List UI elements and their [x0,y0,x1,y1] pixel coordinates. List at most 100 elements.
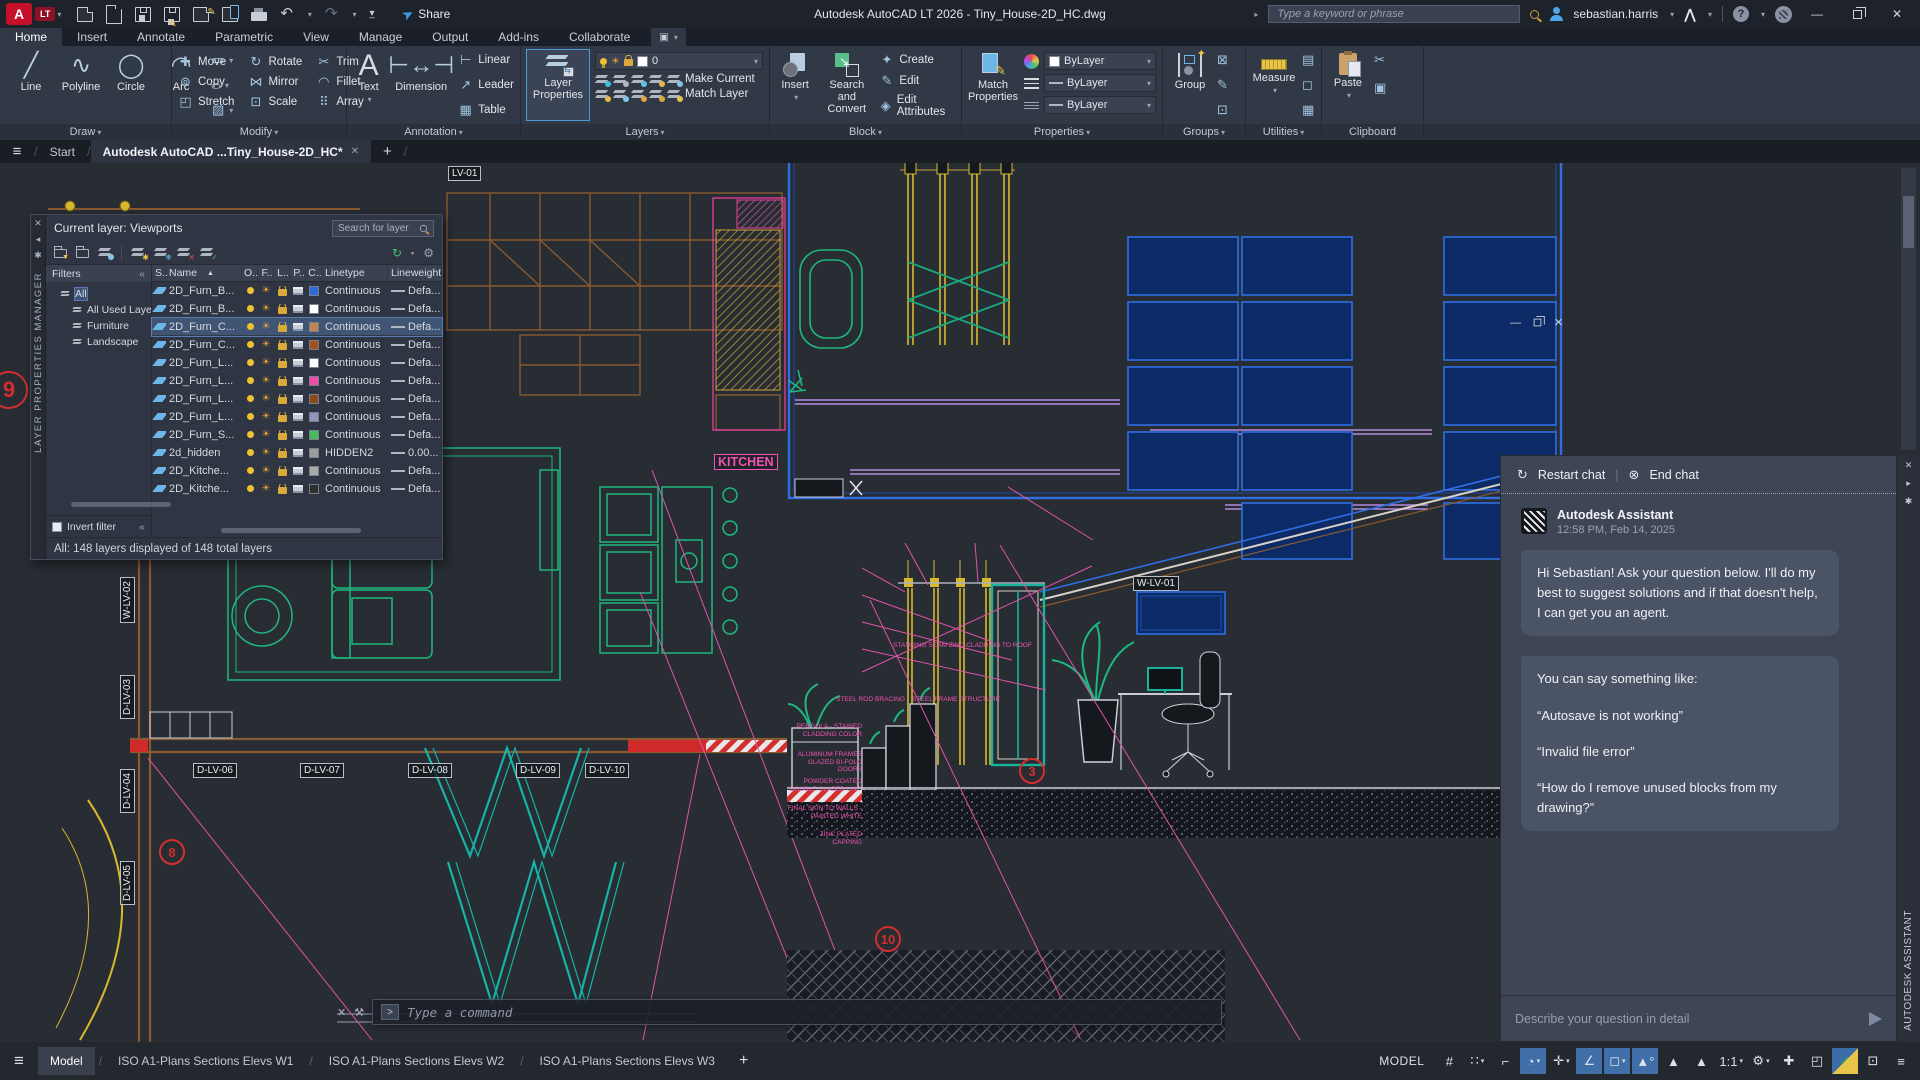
status-icon[interactable]: ✚▾ [1776,1048,1802,1074]
new-group-filter-icon[interactable] [76,249,89,258]
group-tool-button[interactable]: ⊠ [1217,52,1228,68]
share-view-icon[interactable] [222,7,238,22]
layer-lineweight[interactable]: Defa... [388,321,442,333]
palette-autohide-icon[interactable]: ◂ [36,234,41,245]
undo-caret-icon[interactable]: ▾ [308,10,312,19]
file-tab-start[interactable]: Start [38,140,87,163]
status-icon[interactable]: ≡▾ [1888,1048,1914,1074]
layer-plot-icon[interactable] [293,449,303,457]
layer-lock-icon[interactable] [278,361,287,368]
match-layer-button[interactable]: Match Layer [595,88,763,100]
status-icon[interactable]: ▲▾ [1660,1048,1686,1074]
layer-color-swatch[interactable] [309,484,319,494]
linetype-dropdown[interactable]: ByLayer▾ [1044,96,1156,114]
palette-close-icon[interactable]: ✕ [34,218,42,229]
ribbon-tab[interactable]: Output [417,28,483,46]
draw-tool-button[interactable]: ╱ Line ▾ [6,50,56,120]
autodesk-caret-icon[interactable]: ▾ [1708,10,1712,19]
modify-tool-button[interactable]: ◰ Stretch ▾ [178,94,234,110]
layer-on-icon[interactable] [247,377,254,384]
save-icon[interactable] [135,7,151,22]
layer-plot-icon[interactable] [293,341,303,349]
drawing-close-icon[interactable]: ✕ [1554,316,1563,329]
layer-freeze-icon[interactable]: ☀ [262,375,271,386]
status-icon[interactable]: ◔▾ [1520,1048,1546,1074]
layer-linetype[interactable]: Continuous [322,375,388,387]
grid-scrollbar[interactable] [221,528,361,533]
share-button[interactable]: ➤Share [402,6,451,23]
block-tool-button[interactable]: ✦ Create ▾ [879,52,955,68]
app-menu-caret-icon[interactable]: ▾ [57,10,61,19]
draw-tool-button[interactable]: ◯ Circle ▾ [106,50,156,120]
ribbon-tab[interactable]: Collaborate [554,28,645,46]
layer-freeze-icon[interactable]: ☀ [262,447,271,458]
group-button[interactable]: ✦ Group [1169,50,1211,120]
block-panel-label[interactable]: Block▾ [770,124,962,140]
status-icon[interactable]: ⊡▾ [1860,1048,1886,1074]
ribbon-tab[interactable]: View [288,28,344,46]
clipboard-panel-label[interactable]: Clipboard [1322,124,1424,140]
invert-filter-checkbox[interactable] [52,522,62,532]
print-icon[interactable] [251,12,267,21]
layer-lock-icon[interactable] [278,307,287,314]
layer-freeze-icon[interactable]: ☀ [262,483,271,494]
filter-tree-item[interactable]: Furniture [46,318,151,334]
dimension-button[interactable]: ⊢↔⊣ Dimension [390,50,452,120]
open-file-icon[interactable] [106,9,122,24]
layer-linetype[interactable]: Continuous [322,303,388,315]
close-button[interactable]: ✕ [1882,1,1912,27]
save-as-icon[interactable] [164,7,180,22]
layer-on-icon[interactable] [247,395,254,402]
file-tab-document[interactable]: Autodesk AutoCAD ...Tiny_House-2D_HC*✕ [91,140,371,163]
text-button[interactable]: A Text▾ [353,50,384,120]
annotation-tool-button[interactable]: ▦ Table ▾ [458,102,514,118]
layer-color-swatch[interactable] [309,340,319,350]
help-icon[interactable]: ? [1733,6,1749,22]
layer-lineweight[interactable]: Defa... [388,465,442,477]
assistant-close-icon[interactable]: ✕ [1905,460,1913,471]
layer-freeze-icon[interactable]: ☀ [262,303,271,314]
utility-tool-button[interactable]: ▦ [1302,102,1314,118]
assistant-autohide-icon[interactable]: ▸ [1906,478,1911,489]
collapse-invert-icon[interactable]: « [139,521,145,533]
color-wheel-icon[interactable] [1024,54,1039,69]
new-drawing-tab-button[interactable]: + [371,140,404,163]
status-icon[interactable]: ✓▾ [1832,1048,1858,1074]
layer-color-swatch[interactable] [309,430,319,440]
user-avatar[interactable] [1549,7,1563,21]
layer-freeze-icon[interactable]: ☀ [262,411,271,422]
layer-on-icon[interactable] [247,431,254,438]
lineweight-icon[interactable] [1024,78,1039,89]
make-current-button[interactable]: Make Current [595,73,763,85]
ribbon-tab[interactable]: Manage [344,28,417,46]
layer-lineweight[interactable]: Defa... [388,303,442,315]
layer-row[interactable]: 2D_Furn_C... ☀ Continuous Defa... [152,318,442,336]
new-layout-button[interactable]: + [727,1052,760,1070]
command-customize-icon[interactable]: ⚒ [354,1006,364,1019]
status-icon[interactable]: ▲▾ [1688,1048,1714,1074]
block-tool-button[interactable]: ✎ Edit ▾ [879,73,955,89]
layer-row[interactable]: 2D_Furn_S... ☀ Continuous Defa... [152,426,442,444]
layer-lock-icon[interactable] [278,487,287,494]
layer-search-input[interactable]: Search for layer [332,220,434,237]
layer-lock-icon[interactable] [278,415,287,422]
layer-plot-icon[interactable] [293,467,303,475]
layer-linetype[interactable]: Continuous [322,339,388,351]
autocad-logo-icon[interactable]: A [6,3,32,25]
utility-tool-button[interactable]: ◻ [1302,77,1314,93]
layer-plot-icon[interactable] [293,431,303,439]
search-input[interactable]: Type a keyword or phrase [1268,5,1520,23]
layer-color-swatch[interactable] [309,394,319,404]
layer-row[interactable]: 2D_Furn_B... ☀ Continuous Defa... [152,300,442,318]
groups-panel-label[interactable]: Groups▾ [1163,124,1246,140]
layer-row[interactable]: 2D_Kitche... ☀ Continuous Defa... [152,462,442,480]
measure-button[interactable]: Measure▾ [1252,50,1296,120]
modify-panel-label[interactable]: Modify▾ [172,124,347,140]
layer-lock-icon[interactable] [278,433,287,440]
layer-lineweight[interactable]: Defa... [388,339,442,351]
object-color-dropdown[interactable]: ByLayer▾ [1044,52,1156,70]
drawing-restore-icon[interactable] [1534,319,1542,327]
layer-freeze-icon[interactable]: ☀ [262,465,271,476]
annotation-panel-label[interactable]: Annotation▾ [347,124,521,140]
layer-lineweight[interactable]: Defa... [388,357,442,369]
